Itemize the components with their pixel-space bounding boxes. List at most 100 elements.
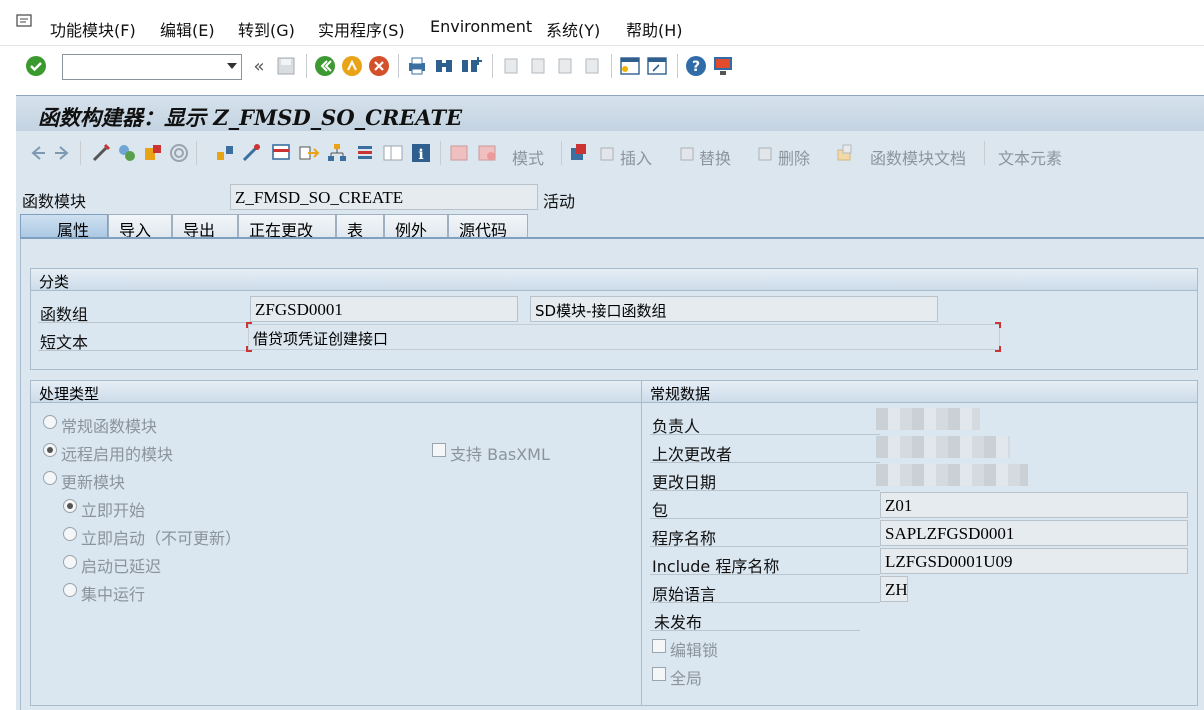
enter-check-icon[interactable] <box>25 55 47 77</box>
field-corner-mark <box>246 322 252 328</box>
remote-enabled-label: 远程启用的模块 <box>61 445 174 464</box>
delete-icon[interactable] <box>754 142 776 164</box>
fm-label: 函数模块 <box>22 192 87 211</box>
include-name-field[interactable]: LZFGSD0001U09 <box>880 548 1188 574</box>
edit-lock-label: 编辑锁 <box>670 641 719 660</box>
svg-text:i: i <box>418 147 423 163</box>
pattern-icon[interactable] <box>448 142 470 164</box>
back-arrow-icon[interactable] <box>26 142 48 164</box>
label-underline <box>38 350 248 351</box>
separator <box>492 54 493 78</box>
title-bar: 函数构建器：显示 Z_FMSD_SO_CREATE <box>16 95 1204 131</box>
back-icon[interactable] <box>314 55 336 77</box>
find-icon[interactable] <box>433 55 455 77</box>
normal-fm-radio[interactable] <box>43 415 57 429</box>
delete-button[interactable]: 删除 <box>778 145 810 169</box>
activate-icon[interactable] <box>142 142 164 164</box>
menu-system[interactable]: 系统(Y) <box>546 17 600 41</box>
field-corner-mark <box>246 346 252 352</box>
immediate-no-update-radio[interactable] <box>63 527 77 541</box>
insert-icon[interactable] <box>596 142 618 164</box>
global-checkbox[interactable] <box>652 667 666 681</box>
menu-goto[interactable]: 转到(G) <box>238 17 295 41</box>
collapse-chevron-icon[interactable]: « <box>248 55 270 77</box>
update-module-label: 更新模块 <box>61 473 126 492</box>
forward-arrow-icon[interactable] <box>52 142 74 164</box>
collective-run-label: 集中运行 <box>81 585 146 604</box>
find-next-icon[interactable] <box>460 55 482 77</box>
command-field[interactable] <box>62 54 242 80</box>
tab-export[interactable]: 导出 <box>172 214 238 240</box>
menu-function-module[interactable]: 功能模块(F) <box>50 17 136 41</box>
info-icon[interactable]: i <box>410 142 432 164</box>
exit-icon[interactable] <box>341 55 363 77</box>
remote-enabled-radio[interactable] <box>43 443 57 457</box>
chevron-down-icon[interactable] <box>227 63 237 69</box>
customize-layout-icon[interactable] <box>712 55 734 77</box>
shortcut-icon[interactable] <box>646 55 668 77</box>
menu-icon[interactable] <box>16 14 34 30</box>
copy-icon[interactable] <box>568 142 590 164</box>
replace-icon[interactable] <box>676 142 698 164</box>
last-page-icon[interactable] <box>581 55 603 77</box>
update-module-radio[interactable] <box>43 471 57 485</box>
redacted-value <box>876 408 980 430</box>
separator <box>398 54 399 78</box>
hierarchy-icon[interactable] <box>326 142 348 164</box>
label-underline <box>650 434 880 435</box>
tab-import[interactable]: 导入 <box>108 214 172 240</box>
tab-exceptions[interactable]: 例外 <box>384 214 448 240</box>
next-page-icon[interactable] <box>554 55 576 77</box>
start-immediately-radio[interactable] <box>63 499 77 513</box>
test-icon[interactable] <box>270 142 292 164</box>
print-icon[interactable] <box>406 55 428 77</box>
classification-title: 分类 <box>31 269 1197 291</box>
basxml-checkbox[interactable] <box>432 443 446 457</box>
collective-run-radio[interactable] <box>63 583 77 597</box>
stack-icon[interactable] <box>354 142 376 164</box>
display-change-icon[interactable] <box>90 142 112 164</box>
insert-button[interactable]: 插入 <box>620 145 652 169</box>
layout-icon[interactable] <box>382 142 404 164</box>
menu-help[interactable]: 帮助(H) <box>626 17 683 41</box>
cancel-icon[interactable] <box>368 55 390 77</box>
object-list-icon[interactable] <box>214 142 236 164</box>
pretty-printer-icon[interactable] <box>476 142 498 164</box>
navigate-icon[interactable] <box>298 142 320 164</box>
start-delayed-radio[interactable] <box>63 555 77 569</box>
menu-utilities[interactable]: 实用程序(S) <box>318 17 405 41</box>
check-icon[interactable] <box>116 142 138 164</box>
program-name-field[interactable]: SAPLZFGSD0001 <box>880 520 1188 546</box>
document-icon[interactable] <box>834 142 856 164</box>
package-field[interactable]: Z01 <box>880 492 1188 518</box>
function-group-field[interactable]: ZFGSD0001 <box>250 296 518 322</box>
short-text-field[interactable]: 借贷项凭证创建接口 <box>248 324 1000 350</box>
previous-page-icon[interactable] <box>527 55 549 77</box>
mode-button[interactable]: 模式 <box>512 145 544 169</box>
fm-documentation-button[interactable]: 函数模块文档 <box>870 145 966 169</box>
separator <box>611 54 612 78</box>
menu-edit[interactable]: 编辑(E) <box>160 17 215 41</box>
edit-lock-checkbox[interactable] <box>652 639 666 653</box>
label-underline <box>650 574 880 575</box>
wand-icon[interactable] <box>240 142 262 164</box>
tab-source-code[interactable]: 源代码 <box>448 214 528 240</box>
fm-name-field[interactable]: Z_FMSD_SO_CREATE <box>230 184 538 210</box>
tab-tables[interactable]: 表 <box>336 214 384 240</box>
separator <box>306 54 307 78</box>
original-language-field[interactable]: ZH <box>880 576 908 602</box>
separator <box>440 141 441 165</box>
where-used-icon[interactable] <box>168 142 190 164</box>
help-icon[interactable]: ? <box>685 55 707 77</box>
first-page-icon[interactable] <box>500 55 522 77</box>
text-elements-button[interactable]: 文本元素 <box>998 145 1062 169</box>
redacted-value <box>876 436 1010 458</box>
save-icon[interactable] <box>275 55 297 77</box>
tab-changing[interactable]: 正在更改 <box>238 214 336 240</box>
menu-environment[interactable]: Environment <box>430 17 532 36</box>
label-underline <box>650 602 880 603</box>
replace-button[interactable]: 替换 <box>699 145 731 169</box>
start-delayed-label: 启动已延迟 <box>81 557 162 576</box>
tab-attributes[interactable]: 属性 <box>20 214 108 240</box>
new-session-icon[interactable] <box>619 55 641 77</box>
